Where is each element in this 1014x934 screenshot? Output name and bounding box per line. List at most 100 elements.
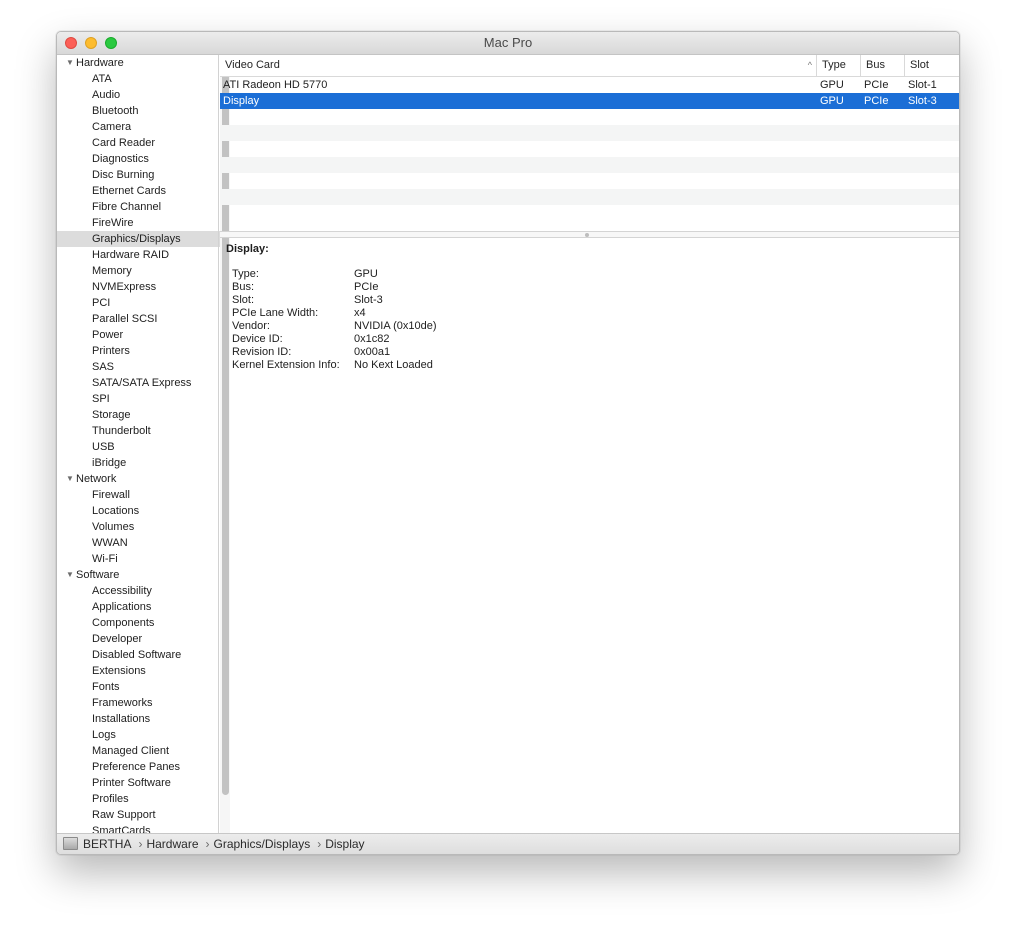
sidebar-item-card-reader[interactable]: Card Reader (57, 135, 220, 151)
zoom-button[interactable] (105, 37, 117, 49)
table-row-empty (220, 109, 959, 125)
sidebar-group-software[interactable]: ▼ Software (57, 567, 220, 583)
table-cell-bus: PCIe (864, 79, 889, 91)
detail-field-value: GPU (354, 268, 378, 280)
sidebar-item-firewire[interactable]: FireWire (57, 215, 220, 231)
table-row[interactable]: Display GPU PCIe Slot-3 (220, 93, 959, 109)
sidebar-item-audio[interactable]: Audio (57, 87, 220, 103)
sidebar-item-parallel-scsi[interactable]: Parallel SCSI (57, 311, 220, 327)
sidebar-item-wwan[interactable]: WWAN (57, 535, 220, 551)
sidebar-item-installations[interactable]: Installations (57, 711, 220, 727)
close-button[interactable] (65, 37, 77, 49)
detail-field-label: Type: (232, 268, 259, 280)
sidebar-item-thunderbolt[interactable]: Thunderbolt (57, 423, 220, 439)
sidebar-item-bluetooth[interactable]: Bluetooth (57, 103, 220, 119)
detail-field-value: 0x1c82 (354, 333, 390, 345)
sidebar-group-network[interactable]: ▼ Network (57, 471, 220, 487)
breadcrumb-item-graphics-displays[interactable]: Graphics/Displays (214, 837, 311, 851)
content-pane: Video Card ^ Type Bus Slot ATI Radeon HD… (220, 55, 959, 833)
table-cell-bus: PCIe (864, 95, 889, 107)
detail-field-label: Revision ID: (232, 346, 292, 358)
sidebar-item-wi-fi[interactable]: Wi-Fi (57, 551, 220, 567)
sidebar-item-printers[interactable]: Printers (57, 343, 220, 359)
sidebar-item-graphics-displays[interactable]: Graphics/Displays (57, 231, 220, 247)
sidebar-item-usb[interactable]: USB (57, 439, 220, 455)
sidebar-item-accessibility[interactable]: Accessibility (57, 583, 220, 599)
title-bar[interactable]: Mac Pro (57, 32, 959, 55)
detail-field-value: NVIDIA (0x10de) (354, 320, 437, 332)
sidebar-item-ibridge[interactable]: iBridge (57, 455, 220, 471)
sidebar-group-label: Software (76, 569, 120, 581)
table-row-empty (220, 173, 959, 189)
sidebar: ▼ Hardware ATA Audio Bluetooth Camera Card Rea… (57, 55, 220, 833)
sidebar-item-storage[interactable]: Storage (57, 407, 220, 423)
column-header-bus[interactable]: Bus (860, 55, 904, 76)
sidebar-item-fonts[interactable]: Fonts (57, 679, 220, 695)
disclosure-triangle-icon[interactable]: ▼ (66, 471, 76, 487)
sidebar-item-nvmexpress[interactable]: NVMExpress (57, 279, 220, 295)
system-information-window: Mac Pro ▼ Hardware ATA Audio Bluetooth Camera… (56, 31, 960, 855)
table-row-empty (220, 157, 959, 173)
disclosure-triangle-icon[interactable]: ▼ (66, 567, 76, 583)
table-header: Video Card ^ Type Bus Slot (220, 55, 959, 77)
detail-field-label: Device ID: (232, 333, 283, 345)
sidebar-item-raw-support[interactable]: Raw Support (57, 807, 220, 823)
sidebar-group-hardware[interactable]: ▼ Hardware (57, 55, 220, 71)
sidebar-item-disabled-software[interactable]: Disabled Software (57, 647, 220, 663)
table-row-empty (220, 189, 959, 205)
detail-field-label: Slot: (232, 294, 255, 306)
splitter-handle-icon[interactable] (585, 233, 589, 237)
detail-field-value: 0x00a1 (354, 346, 391, 358)
breadcrumb-item-hardware[interactable]: Hardware (146, 837, 198, 851)
table-row-empty (220, 141, 959, 157)
sidebar-item-extensions[interactable]: Extensions (57, 663, 220, 679)
table-row[interactable]: ATI Radeon HD 5770 GPU PCIe Slot-1 (220, 77, 959, 93)
minimize-button[interactable] (85, 37, 97, 49)
sidebar-item-locations[interactable]: Locations (57, 503, 220, 519)
sidebar-item-sata-sata-express[interactable]: SATA/SATA Express (57, 375, 220, 391)
table-row-empty (220, 125, 959, 141)
video-card-table: ATI Radeon HD 5770 GPU PCIe Slot-1 Display GP… (220, 77, 959, 205)
sidebar-item-memory[interactable]: Memory (57, 263, 220, 279)
detail-field-value: No Kext Loaded (354, 359, 433, 371)
sidebar-item-hardware-raid[interactable]: Hardware RAID (57, 247, 220, 263)
sidebar-item-ata[interactable]: ATA (57, 71, 220, 87)
disclosure-triangle-icon[interactable]: ▼ (66, 55, 76, 71)
table-cell-video-card: ATI Radeon HD 5770 (223, 79, 328, 91)
column-header-video-card[interactable]: Video Card ^ (220, 55, 816, 76)
detail-field-label: Kernel Extension Info: (232, 359, 340, 371)
breadcrumb-separator-icon: › (205, 837, 210, 851)
breadcrumb-item-bertha[interactable]: BERTHA (83, 837, 131, 851)
sidebar-item-developer[interactable]: Developer (57, 631, 220, 647)
sidebar-item-spi[interactable]: SPI (57, 391, 220, 407)
sidebar-item-logs[interactable]: Logs (57, 727, 220, 743)
status-bar: BERTHA › Hardware › Graphics/Displays › Displa… (57, 833, 959, 854)
sidebar-item-ethernet-cards[interactable]: Ethernet Cards (57, 183, 220, 199)
sidebar-item-applications[interactable]: Applications (57, 599, 220, 615)
sidebar-item-profiles[interactable]: Profiles (57, 791, 220, 807)
sidebar-item-diagnostics[interactable]: Diagnostics (57, 151, 220, 167)
sidebar-divider[interactable] (218, 55, 219, 833)
breadcrumb-item-display[interactable]: Display (325, 837, 364, 851)
column-header-type[interactable]: Type (816, 55, 860, 76)
sidebar-item-sas[interactable]: SAS (57, 359, 220, 375)
sort-ascending-icon: ^ (807, 60, 812, 70)
sidebar-item-frameworks[interactable]: Frameworks (57, 695, 220, 711)
sidebar-item-firewall[interactable]: Firewall (57, 487, 220, 503)
sidebar-item-components[interactable]: Components (57, 615, 220, 631)
table-cell-video-card: Display (223, 95, 260, 107)
sidebar-item-power[interactable]: Power (57, 327, 220, 343)
sidebar-item-camera[interactable]: Camera (57, 119, 220, 135)
column-header-slot[interactable]: Slot (904, 55, 959, 76)
sidebar-item-smartcards[interactable]: SmartCards (57, 823, 220, 833)
sidebar-item-volumes[interactable]: Volumes (57, 519, 220, 535)
sidebar-item-managed-client[interactable]: Managed Client (57, 743, 220, 759)
sidebar-group-label: Network (76, 473, 117, 485)
sidebar-item-fibre-channel[interactable]: Fibre Channel (57, 199, 220, 215)
sidebar-item-printer-software[interactable]: Printer Software (57, 775, 220, 791)
detail-field-label: Bus: (232, 281, 255, 293)
split-view-divider[interactable] (220, 231, 959, 238)
sidebar-item-preference-panes[interactable]: Preference Panes (57, 759, 220, 775)
sidebar-item-pci[interactable]: PCI (57, 295, 220, 311)
sidebar-item-disc-burning[interactable]: Disc Burning (57, 167, 220, 183)
